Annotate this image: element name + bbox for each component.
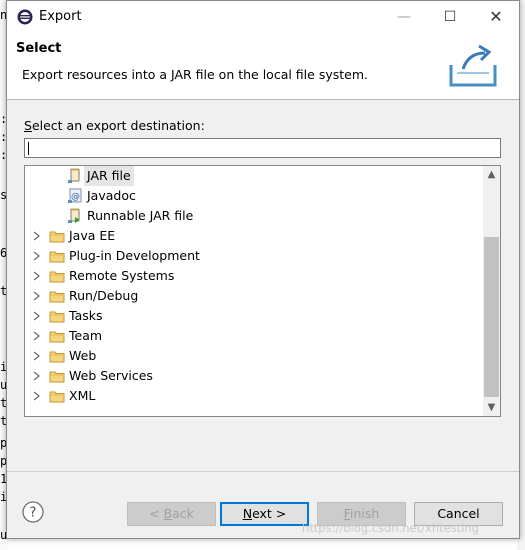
tree-category-plug-in-development[interactable]: Plug-in Development	[29, 246, 329, 266]
runnable-jar-icon	[68, 208, 80, 223]
tree-category-label: Web Services	[69, 368, 153, 383]
tree-item-runnable-jar[interactable]: Runnable JAR file	[63, 206, 263, 226]
watermark-text: https://blog.csdn.net/xhtesting	[302, 521, 479, 535]
tree-item-javadoc[interactable]: @ Javadoc	[63, 186, 263, 206]
wizard-page-title: Select	[16, 41, 62, 56]
svg-text:@: @	[71, 192, 80, 202]
next-button[interactable]: Next >	[220, 502, 309, 526]
tree-item-label: Runnable JAR file	[87, 208, 194, 223]
minimize-button[interactable]: —	[381, 1, 427, 33]
export-dialog: Export — ☐ ✕ Select Export resources int…	[6, 0, 520, 539]
jar-icon	[68, 168, 80, 183]
help-button[interactable]: ?	[22, 501, 44, 523]
back-button[interactable]: < Back	[127, 502, 216, 526]
folder-icon	[49, 291, 65, 303]
tree-category-remote-systems[interactable]: Remote Systems	[29, 266, 329, 286]
folder-icon	[49, 351, 65, 363]
tree-category-run-debug[interactable]: Run/Debug	[29, 286, 329, 306]
folder-icon	[49, 311, 65, 323]
svg-text:?: ?	[30, 506, 37, 521]
title-bar: Export — ☐ ✕	[7, 1, 519, 33]
tree-category-label: Run/Debug	[69, 288, 139, 303]
tree-category-label: Web	[69, 348, 97, 363]
maximize-button[interactable]: ☐	[427, 1, 473, 33]
scrollbar-thumb[interactable]	[484, 237, 499, 397]
chevron-right-icon[interactable]	[29, 326, 45, 346]
tree-category-label: Tasks	[69, 308, 103, 323]
folder-icon	[49, 271, 65, 283]
tree-category-label: XML	[69, 388, 96, 403]
tree-category-java-ee[interactable]: Java EE	[29, 226, 329, 246]
tree-category-team[interactable]: Team	[29, 326, 329, 346]
tree-category-tasks[interactable]: Tasks	[29, 306, 329, 326]
chevron-right-icon[interactable]	[29, 286, 45, 306]
destination-label: Select an export destination:	[24, 118, 205, 133]
button-bar-separator	[7, 471, 519, 472]
chevron-right-icon[interactable]	[29, 366, 45, 386]
window-title: Export	[39, 9, 82, 24]
tree-category-xml[interactable]: XML	[29, 386, 329, 406]
chevron-right-icon[interactable]	[29, 346, 45, 366]
folder-icon	[49, 231, 65, 243]
tree-item-label: Javadoc	[87, 188, 136, 203]
chevron-right-icon[interactable]	[29, 246, 45, 266]
folder-icon	[49, 331, 65, 343]
tree-category-web[interactable]: Web	[29, 346, 329, 366]
scroll-up-arrow-icon[interactable]: ▲	[483, 166, 500, 183]
wizard-page-description: Export resources into a JAR file on the …	[22, 67, 368, 82]
tree-vertical-scrollbar[interactable]: ▲ ▼	[483, 166, 500, 416]
tree-category-label: Team	[69, 328, 103, 343]
chevron-right-icon[interactable]	[29, 386, 45, 406]
tree-item-label: JAR file	[84, 166, 134, 186]
tree-category-label: Java EE	[69, 228, 116, 243]
close-button[interactable]: ✕	[473, 1, 519, 33]
javadoc-icon: @	[68, 188, 82, 203]
chevron-right-icon[interactable]	[29, 306, 45, 326]
chevron-right-icon[interactable]	[29, 266, 45, 286]
folder-icon	[49, 391, 65, 403]
filter-input[interactable]	[24, 138, 501, 158]
export-destination-tree[interactable]: JAR file @ Javadoc Runnable JAR file Jav…	[24, 165, 501, 417]
text-caret	[28, 142, 29, 155]
tree-category-label: Plug-in Development	[69, 248, 200, 263]
chevron-right-icon[interactable]	[29, 226, 45, 246]
tree-category-label: Remote Systems	[69, 268, 175, 283]
export-wizard-icon	[449, 44, 497, 87]
tree-category-web-services[interactable]: Web Services	[29, 366, 329, 386]
scroll-down-arrow-icon[interactable]: ▼	[483, 399, 500, 416]
folder-icon	[49, 371, 65, 383]
tree-item-jar-file[interactable]: JAR file	[63, 166, 263, 186]
eclipse-app-icon	[17, 9, 33, 25]
folder-icon	[49, 251, 65, 263]
wizard-banner: Select Export resources into a JAR file …	[7, 33, 519, 100]
